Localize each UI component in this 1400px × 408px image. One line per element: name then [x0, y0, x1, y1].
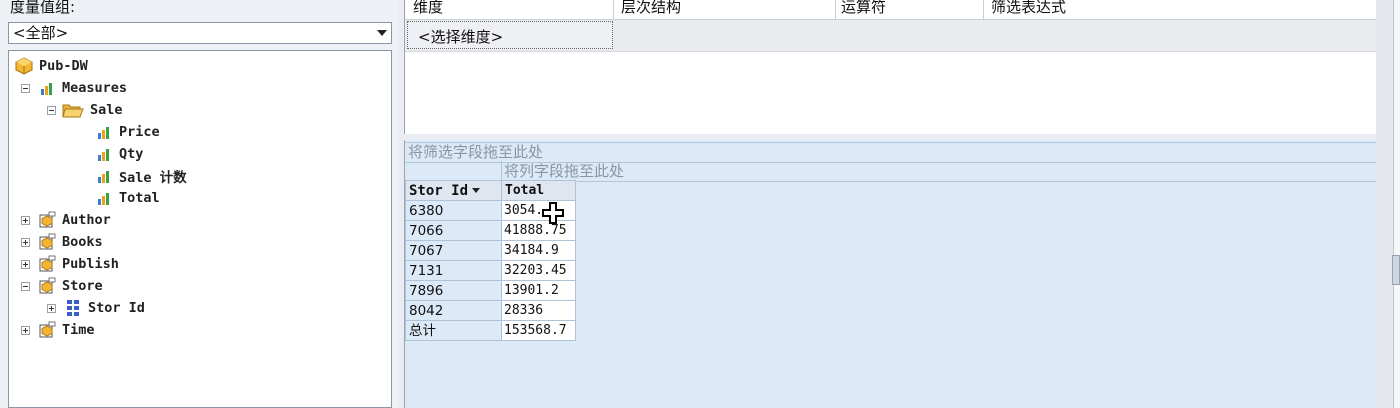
expand-icon[interactable]: [47, 303, 56, 313]
row-field-label: Stor Id: [409, 182, 469, 199]
measure-icon: [95, 189, 113, 207]
tree-item-sale[interactable]: Sale: [47, 99, 123, 121]
row-key-cell[interactable]: 7131: [405, 260, 502, 281]
tree-item-measure[interactable]: Price: [95, 121, 160, 143]
value-cell[interactable]: 28336: [501, 300, 576, 321]
pivot-header-row: Stor Id Total: [405, 180, 576, 201]
tree-item-dimension[interactable]: Store: [21, 275, 103, 297]
value-cell[interactable]: 13901.2: [501, 280, 576, 301]
measure-group-selected: <全部>: [13, 24, 69, 42]
dimension-icon: [38, 211, 56, 229]
dimension-label: Books: [62, 234, 103, 250]
expand-icon[interactable]: [21, 215, 30, 225]
column-divider: [613, 0, 614, 19]
collapse-icon[interactable]: [21, 281, 30, 291]
dimension-label: Time: [62, 322, 95, 338]
table-row: 7131 32203.45: [405, 260, 576, 281]
measure-icon: [95, 145, 113, 163]
column-drop-hint: 将列字段拖至此处: [504, 162, 625, 180]
column-drop-zone[interactable]: 将列字段拖至此处: [501, 161, 1378, 182]
filter-grid: 维度 层次结构 运算符 筛选表达式 <选择维度>: [404, 0, 1377, 134]
grand-total-label[interactable]: 总计: [405, 320, 502, 341]
column-header-operator[interactable]: 运算符: [841, 0, 886, 17]
folder-open-icon: [62, 101, 84, 119]
value-cell[interactable]: 34184.9: [501, 240, 576, 261]
tree-item-measure[interactable]: Total: [95, 187, 160, 209]
measure-icon: [95, 123, 113, 141]
pivot-table-area: 将筛选字段拖至此处 将列字段拖至此处 Stor Id Total 6380 30…: [404, 140, 1378, 408]
column-header-dimension[interactable]: 维度: [413, 0, 443, 17]
tree-item-dimension[interactable]: Time: [21, 319, 95, 341]
tree-item-dimension[interactable]: Publish: [21, 253, 119, 275]
dimension-label: Publish: [62, 256, 119, 272]
value-cell[interactable]: 32203.45: [501, 260, 576, 281]
metadata-panel: 度量值组: <全部> Pub-DW Measures Sale Price Qt…: [0, 0, 398, 408]
dimension-icon: [38, 255, 56, 273]
tree-item-attribute[interactable]: Stor Id: [47, 297, 145, 319]
dimension-label: Store: [62, 278, 103, 294]
tree-item-measures[interactable]: Measures: [21, 77, 127, 99]
row-key-cell[interactable]: 8042: [405, 300, 502, 321]
side-tab[interactable]: [1392, 255, 1400, 285]
select-dimension-cell[interactable]: <选择维度>: [407, 21, 613, 49]
filter-grid-header: 维度 层次结构 运算符 筛选表达式: [405, 0, 1377, 20]
dimension-label: Author: [62, 212, 111, 228]
move-cursor-icon: [541, 201, 565, 225]
column-divider: [983, 0, 984, 19]
cube-label: Pub-DW: [39, 58, 88, 74]
metadata-tree: Pub-DW Measures Sale Price Qty Sale 计数 T…: [8, 50, 392, 408]
attribute-label: Stor Id: [88, 300, 145, 316]
expand-icon[interactable]: [21, 259, 30, 269]
measure-group-label: 度量值组:: [10, 0, 76, 16]
row-key-cell[interactable]: 7066: [405, 220, 502, 241]
filter-grid-row: <选择维度>: [405, 20, 1377, 52]
table-row: 7896 13901.2: [405, 280, 576, 301]
measure-icon: [95, 167, 113, 185]
value-field-header[interactable]: Total: [501, 180, 576, 201]
row-field-header[interactable]: Stor Id: [405, 180, 502, 201]
attribute-icon: [64, 299, 82, 317]
column-header-hierarchy[interactable]: 层次结构: [621, 0, 681, 17]
dimension-icon: [38, 277, 56, 295]
select-dimension-text: <选择维度>: [418, 28, 504, 46]
tree-item-measure[interactable]: Sale 计数: [95, 165, 187, 187]
sale-label: Sale: [90, 102, 123, 118]
dropdown-arrow-icon[interactable]: [472, 188, 481, 193]
collapse-icon[interactable]: [21, 83, 30, 93]
cube-icon: [15, 57, 33, 75]
chevron-down-icon[interactable]: [377, 30, 387, 36]
expand-icon[interactable]: [21, 325, 30, 335]
grand-total-row: 总计 153568.7: [405, 320, 576, 341]
column-header-filter-expression[interactable]: 筛选表达式: [991, 0, 1066, 17]
row-key-cell[interactable]: 7067: [405, 240, 502, 261]
measure-label: Price: [119, 124, 160, 140]
measure-label: Sale 计数: [119, 170, 187, 186]
measures-icon: [38, 79, 56, 97]
measure-label: Total: [119, 190, 160, 206]
tree-item-dimension[interactable]: Books: [21, 231, 103, 253]
measure-group-dropdown[interactable]: <全部>: [8, 22, 392, 44]
filter-drop-hint: 将筛选字段拖至此处: [408, 143, 544, 161]
row-key-cell[interactable]: 6380: [405, 200, 502, 221]
vertical-scrollbar[interactable]: [1393, 0, 1400, 408]
row-key-cell[interactable]: 7896: [405, 280, 502, 301]
measures-label: Measures: [62, 80, 128, 96]
filter-drop-zone[interactable]: 将筛选字段拖至此处: [405, 142, 1377, 163]
measure-label: Qty: [119, 146, 144, 162]
right-edge-panel: [1376, 0, 1400, 408]
tree-item-dimension[interactable]: Author: [21, 209, 111, 231]
collapse-icon[interactable]: [47, 105, 56, 115]
table-row: 8042 28336: [405, 300, 576, 321]
column-divider: [835, 0, 836, 19]
expand-icon[interactable]: [21, 237, 30, 247]
table-row: 7067 34184.9: [405, 240, 576, 261]
dimension-icon: [38, 233, 56, 251]
grand-total-value[interactable]: 153568.7: [501, 320, 576, 341]
dimension-icon: [38, 321, 56, 339]
value-field-label: Total: [505, 183, 545, 198]
tree-item-measure[interactable]: Qty: [95, 143, 143, 165]
tree-item-cube[interactable]: Pub-DW: [15, 55, 88, 77]
